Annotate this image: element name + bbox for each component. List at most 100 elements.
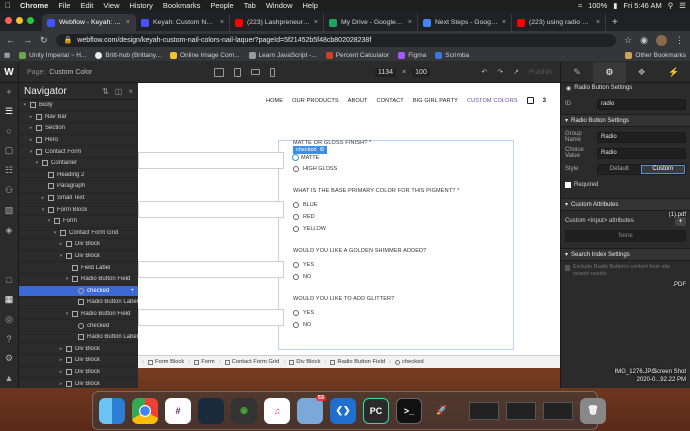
close-tab-icon[interactable]: × [408, 19, 412, 26]
lock-icon[interactable]: 🔒 [64, 36, 73, 44]
navigator-item[interactable]: ▸ Div Block [19, 367, 138, 379]
radio-circle[interactable] [293, 274, 299, 280]
navigator-item[interactable]: checked + [19, 285, 138, 298]
cms-icon[interactable]: ☷ [5, 165, 13, 176]
exclude-search-checkbox[interactable] [565, 265, 571, 271]
profile-avatar[interactable] [656, 34, 667, 46]
navigator-item[interactable]: ▾ Div Block [19, 251, 138, 263]
nav-link-products[interactable]: OUR PRODUCTS [292, 98, 339, 104]
navigator-item[interactable]: ▸ Div Block [19, 355, 138, 367]
expand-arrow-icon[interactable]: ▸ [28, 137, 34, 143]
option-glitter-yes[interactable]: YES [293, 310, 314, 316]
expand-arrow-icon[interactable]: ▾ [22, 102, 28, 108]
mobile-portrait-icon[interactable] [270, 67, 275, 77]
close-window-button[interactable] [5, 17, 12, 24]
add-elements-icon[interactable]: + [6, 87, 11, 97]
menu-app-name[interactable]: Chrome [20, 1, 48, 10]
bookmark-item[interactable]: Figma [398, 51, 426, 59]
undo-icon[interactable]: ↶ [481, 68, 487, 76]
add-child-icon[interactable]: + [130, 288, 134, 294]
tab-google-docs[interactable]: Next Steps - Google Docs × [418, 14, 512, 31]
nav-link-contact[interactable]: CONTACT [376, 98, 403, 104]
vscode-icon[interactable]: ❮❯ [330, 397, 356, 424]
battery-percent[interactable]: 100% [588, 1, 607, 10]
navigator-item[interactable]: ▾ Container [19, 158, 138, 170]
settings-tab-gear-icon[interactable]: ⚙ [593, 62, 626, 83]
chrome-icon[interactable] [132, 397, 158, 424]
url-bar[interactable]: 🔒 webflow.com/design/keyah-custom-nail-c… [55, 33, 617, 47]
rocket-icon[interactable]: 🚀 [429, 398, 455, 424]
text-input-2[interactable] [138, 201, 284, 218]
navigator-item[interactable]: ▸ Div Block [19, 378, 138, 388]
desktop-file-label[interactable]: 2020-0...92.22 PM [637, 377, 686, 383]
bookmark-item[interactable]: Percent Calculator [325, 51, 389, 59]
menu-view[interactable]: View [103, 1, 119, 10]
apple-icon[interactable]:  [4, 1, 12, 10]
search-index-section[interactable]: ▾ Search Index Settings [561, 248, 690, 261]
close-tab-icon[interactable]: × [596, 19, 600, 26]
navigator-item[interactable]: ▾ Radio Button Field [19, 274, 138, 286]
menu-help[interactable]: Help [303, 1, 318, 10]
radio-circle[interactable] [293, 310, 299, 316]
close-tab-icon[interactable]: × [502, 19, 506, 26]
nav-link-big-girl-party[interactable]: BIG GIRL PARTY [413, 98, 458, 104]
menu-bookmarks[interactable]: Bookmarks [163, 1, 201, 10]
style-custom-option[interactable]: Custom [640, 164, 685, 174]
expand-arrow-icon[interactable]: ▾ [64, 276, 70, 282]
desktop-file-label[interactable]: Screen Shot [653, 369, 686, 375]
cart-icon[interactable] [526, 97, 534, 104]
search-icon[interactable]: ⚲ [668, 1, 674, 10]
exclude-search-row[interactable]: Exclude Radio Button's content from site… [561, 261, 690, 281]
webflow-logo-icon[interactable]: W [0, 61, 19, 83]
tab-keyah-site[interactable]: Keyah: Custom Nail Colors × [136, 14, 230, 31]
nav-link-about[interactable]: ABOUT [348, 98, 368, 104]
navigator-item[interactable]: ▸ Div Block [19, 239, 138, 251]
pin-panel-icon[interactable]: ◫ [115, 87, 123, 96]
menu-tab[interactable]: Tab [244, 1, 256, 10]
tab-google-drive[interactable]: My Drive - Google Drive × [324, 14, 418, 31]
option-high-gloss[interactable]: HIGH GLOSS [293, 166, 337, 172]
close-tab-icon[interactable]: × [126, 19, 130, 26]
selected-radio-outline[interactable] [292, 154, 299, 161]
navigator-item[interactable]: ▸ Hero [19, 135, 138, 147]
nav-link-home[interactable]: HOME [266, 98, 283, 104]
option-shimmer-yes[interactable]: YES [293, 262, 314, 268]
selection-box-icon[interactable]: □ [6, 275, 11, 285]
pycharm-icon[interactable]: PC [363, 397, 389, 424]
menu-file[interactable]: File [58, 1, 70, 10]
expand-arrow-icon[interactable]: ▾ [52, 230, 58, 236]
style-tab-brush-icon[interactable]: ✎ [561, 62, 593, 83]
minimized-window[interactable] [506, 401, 536, 420]
tab-youtube-lashpreneur[interactable]: (223) Lashpreneur Ep. 1 × [230, 14, 324, 31]
tab-youtube-radio[interactable]: (223) using radio butt... × [512, 14, 606, 31]
other-bookmarks[interactable]: Other Bookmarks [625, 51, 686, 59]
expand-arrow-icon[interactable]: ▾ [40, 207, 46, 213]
choice-value-input[interactable]: Radio [597, 147, 686, 159]
breadcrumb-form-block[interactable]: Form Block [144, 359, 188, 365]
radio-circle[interactable] [293, 202, 299, 208]
settings-icon[interactable]: ⚙ [5, 353, 13, 364]
minimize-window-button[interactable] [16, 17, 23, 24]
wifi-icon[interactable]: ≈ [578, 1, 582, 10]
more-menu-icon[interactable]: ⋮ [675, 35, 684, 46]
group-name-input[interactable]: Radio [597, 131, 686, 143]
required-checkbox[interactable] [565, 182, 571, 188]
extensions-icon[interactable]: ◉ [640, 35, 648, 46]
bookmark-item[interactable]: Unity Imperial ~ H... [19, 51, 86, 59]
option-glitter-no[interactable]: NO [293, 322, 311, 328]
breadcrumb-form[interactable]: Form [190, 359, 219, 365]
radio-circle[interactable] [293, 226, 299, 232]
radio-circle[interactable] [293, 166, 299, 172]
apps-grid-icon[interactable]: ▦ [4, 51, 10, 59]
desktop-file-label[interactable]: .PDF [672, 282, 686, 288]
trash-icon[interactable]: 🗑 [580, 397, 606, 424]
terminal-icon[interactable]: >_ [396, 397, 422, 424]
new-tab-button[interactable]: + [606, 17, 624, 31]
navigator-item[interactable]: ▾ Form Block [19, 204, 138, 216]
text-input-3[interactable] [138, 261, 284, 278]
menu-edit[interactable]: Edit [80, 1, 93, 10]
expand-arrow-icon[interactable]: ▸ [58, 381, 64, 387]
minimized-window[interactable] [543, 401, 573, 420]
radio-circle[interactable] [293, 214, 299, 220]
close-panel-icon[interactable]: × [128, 87, 133, 96]
